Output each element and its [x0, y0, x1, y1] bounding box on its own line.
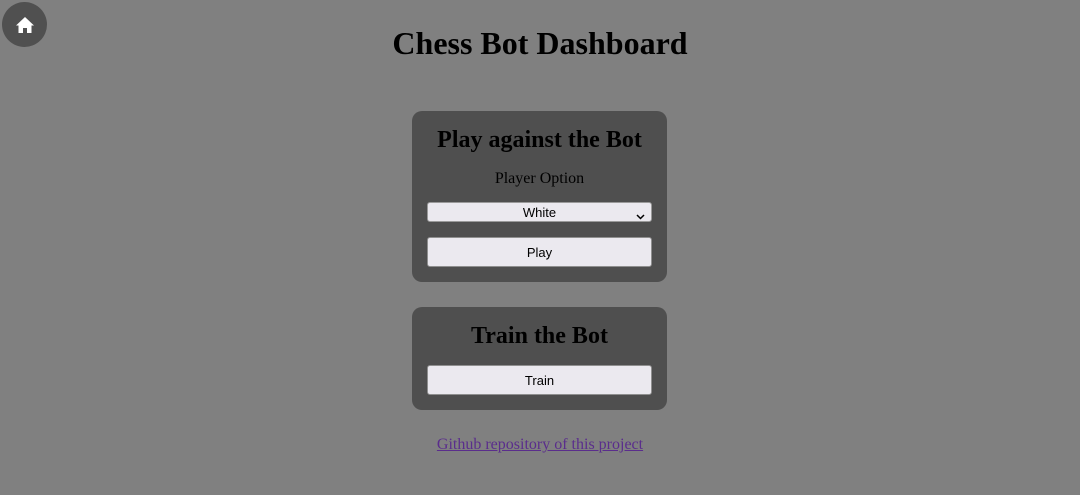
- player-option-label: Player Option: [494, 170, 585, 187]
- player-option-value: White: [522, 204, 557, 220]
- train-card-title: Train the Bot: [471, 323, 608, 349]
- github-repo-link[interactable]: Github repository of this project: [437, 436, 643, 453]
- play-card: Play against the Bot Player Option White…: [412, 111, 667, 282]
- page-title: Chess Bot Dashboard: [392, 25, 688, 61]
- train-button[interactable]: Train: [427, 365, 652, 395]
- repo-link-container: Github repository of this project: [0, 436, 1080, 454]
- chevron-down-icon: [636, 208, 645, 223]
- play-card-title: Play against the Bot: [437, 127, 642, 153]
- train-card: Train the Bot Train: [412, 307, 667, 410]
- play-button[interactable]: Play: [427, 237, 652, 267]
- player-option-select[interactable]: White: [427, 202, 652, 222]
